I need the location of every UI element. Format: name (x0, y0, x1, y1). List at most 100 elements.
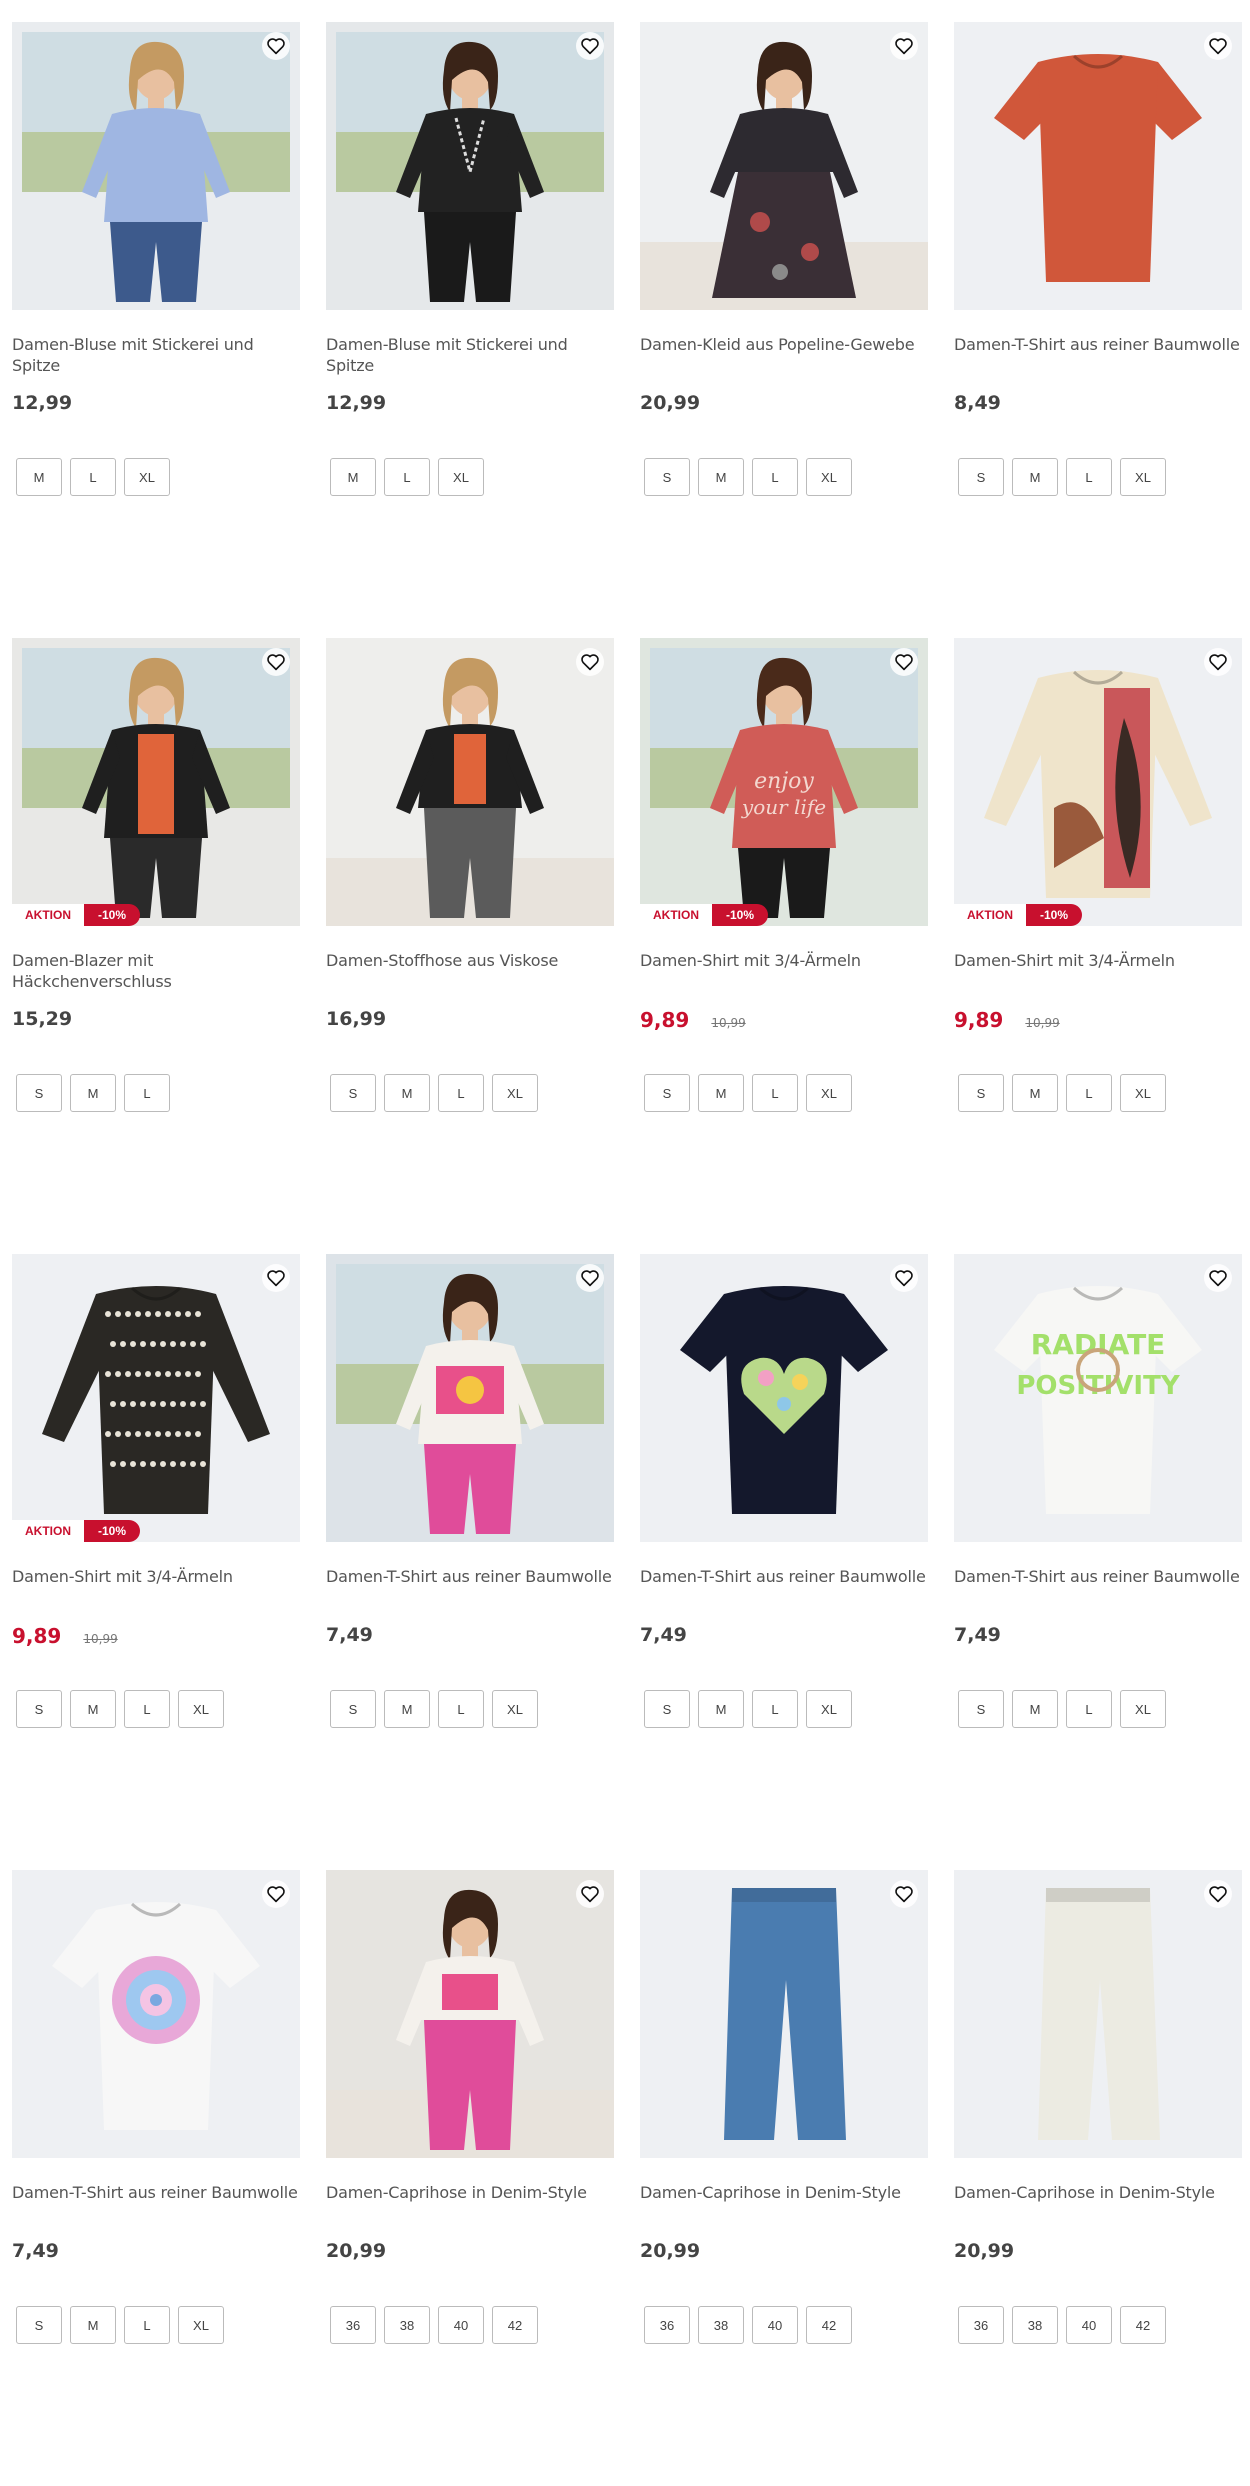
size-button[interactable]: XL (178, 1690, 224, 1728)
size-button[interactable]: L (1066, 1074, 1112, 1112)
product-image[interactable] (640, 1254, 928, 1542)
product-image[interactable]: AKTION -10% (954, 638, 1242, 926)
size-button[interactable]: XL (806, 1690, 852, 1728)
product-image[interactable] (954, 22, 1242, 310)
size-button[interactable]: S (644, 1074, 690, 1112)
size-button[interactable]: M (16, 458, 62, 496)
size-button[interactable]: 38 (698, 2306, 744, 2344)
product-card[interactable]: Damen-Caprihose in Denim-Style 20,99 36 38 4… (954, 1870, 1242, 2486)
size-button[interactable]: 38 (384, 2306, 430, 2344)
size-button[interactable]: L (752, 1074, 798, 1112)
size-button[interactable]: XL (492, 1690, 538, 1728)
size-button[interactable]: 36 (330, 2306, 376, 2344)
product-name[interactable]: Damen-Bluse mit Stickerei und Spitze (326, 334, 614, 376)
size-button[interactable]: M (330, 458, 376, 496)
size-button[interactable]: M (1012, 1074, 1058, 1112)
size-button[interactable]: S (330, 1074, 376, 1112)
size-button[interactable]: XL (1120, 458, 1166, 496)
wishlist-heart-icon[interactable] (572, 1260, 608, 1296)
size-button[interactable]: 42 (492, 2306, 538, 2344)
product-image[interactable] (326, 1254, 614, 1542)
product-card[interactable]: Damen-Bluse mit Stickerei und Spitze 12,9… (12, 22, 300, 638)
size-button[interactable]: S (958, 458, 1004, 496)
size-button[interactable]: M (70, 1690, 116, 1728)
product-card[interactable]: Damen-T-Shirt aus reiner Baumwolle 7,49 S M… (640, 1254, 928, 1870)
size-button[interactable]: L (752, 458, 798, 496)
product-card[interactable]: Damen-T-Shirt aus reiner Baumwolle 7,49 S M… (326, 1254, 614, 1870)
size-button[interactable]: 36 (958, 2306, 1004, 2344)
product-card[interactable]: Damen-Kleid aus Popeline-Gewebe 20,99 S M L X… (640, 22, 928, 638)
size-button[interactable]: XL (438, 458, 484, 496)
size-button[interactable]: M (698, 1074, 744, 1112)
wishlist-heart-icon[interactable] (1200, 1260, 1236, 1296)
wishlist-heart-icon[interactable] (1200, 644, 1236, 680)
wishlist-heart-icon[interactable] (258, 1876, 294, 1912)
product-card[interactable]: Damen-Stoffhose aus Viskose 16,99 S M L XL (326, 638, 614, 1254)
size-button[interactable]: S (958, 1074, 1004, 1112)
product-image[interactable] (954, 1870, 1242, 2158)
wishlist-heart-icon[interactable] (572, 1876, 608, 1912)
size-button[interactable]: XL (806, 458, 852, 496)
product-name[interactable]: Damen-Caprihose in Denim-Style (954, 2182, 1242, 2224)
product-card[interactable]: RADIATE POSITIVITY Damen-T-Shirt aus reine… (954, 1254, 1242, 1870)
size-button[interactable]: L (1066, 458, 1112, 496)
product-name[interactable]: Damen-Caprihose in Denim-Style (326, 2182, 614, 2224)
size-button[interactable]: S (958, 1690, 1004, 1728)
size-button[interactable]: 42 (1120, 2306, 1166, 2344)
product-image[interactable]: RADIATE POSITIVITY (954, 1254, 1242, 1542)
size-button[interactable]: M (384, 1074, 430, 1112)
wishlist-heart-icon[interactable] (1200, 1876, 1236, 1912)
product-image[interactable] (12, 22, 300, 310)
size-button[interactable]: XL (1120, 1074, 1166, 1112)
product-name[interactable]: Damen-Caprihose in Denim-Style (640, 2182, 928, 2224)
product-card[interactable]: Damen-T-Shirt aus reiner Baumwolle 7,49 S M… (12, 1870, 300, 2486)
product-name[interactable]: Damen-T-Shirt aus reiner Baumwolle (640, 1566, 928, 1608)
product-name[interactable]: Damen-Shirt mit 3/4-Ärmeln (12, 1566, 300, 1608)
product-image[interactable]: enjoy your life AKTION -10% (640, 638, 928, 926)
size-button[interactable]: 38 (1012, 2306, 1058, 2344)
wishlist-heart-icon[interactable] (886, 1260, 922, 1296)
wishlist-heart-icon[interactable] (572, 644, 608, 680)
wishlist-heart-icon[interactable] (886, 28, 922, 64)
wishlist-heart-icon[interactable] (886, 644, 922, 680)
size-button[interactable]: S (644, 458, 690, 496)
size-button[interactable]: 42 (806, 2306, 852, 2344)
size-button[interactable]: L (438, 1690, 484, 1728)
product-name[interactable]: Damen-Bluse mit Stickerei und Spitze (12, 334, 300, 376)
size-button[interactable]: XL (806, 1074, 852, 1112)
size-button[interactable]: L (384, 458, 430, 496)
wishlist-heart-icon[interactable] (572, 28, 608, 64)
size-button[interactable]: M (698, 1690, 744, 1728)
size-button[interactable]: L (752, 1690, 798, 1728)
size-button[interactable]: S (16, 1074, 62, 1112)
size-button[interactable]: L (124, 2306, 170, 2344)
wishlist-heart-icon[interactable] (258, 28, 294, 64)
product-name[interactable]: Damen-Shirt mit 3/4-Ärmeln (954, 950, 1242, 992)
size-button[interactable]: M (1012, 458, 1058, 496)
size-button[interactable]: L (1066, 1690, 1112, 1728)
product-image[interactable] (326, 638, 614, 926)
size-button[interactable]: M (384, 1690, 430, 1728)
product-name[interactable]: Damen-T-Shirt aus reiner Baumwolle (954, 334, 1242, 376)
product-name[interactable]: Damen-T-Shirt aus reiner Baumwolle (326, 1566, 614, 1608)
wishlist-heart-icon[interactable] (886, 1876, 922, 1912)
size-button[interactable]: L (70, 458, 116, 496)
size-button[interactable]: 40 (752, 2306, 798, 2344)
product-card[interactable]: Damen-Caprihose in Denim-Style 20,99 36 38 4… (640, 1870, 928, 2486)
size-button[interactable]: S (16, 2306, 62, 2344)
wishlist-heart-icon[interactable] (258, 644, 294, 680)
size-button[interactable]: S (16, 1690, 62, 1728)
product-name[interactable]: Damen-Shirt mit 3/4-Ärmeln (640, 950, 928, 992)
product-name[interactable]: Damen-Blazer mit Häckchenverschluss (12, 950, 300, 992)
size-button[interactable]: M (70, 2306, 116, 2344)
size-button[interactable]: 40 (438, 2306, 484, 2344)
product-image[interactable] (640, 1870, 928, 2158)
product-name[interactable]: Damen-T-Shirt aus reiner Baumwolle (954, 1566, 1242, 1608)
wishlist-heart-icon[interactable] (258, 1260, 294, 1296)
size-button[interactable]: S (330, 1690, 376, 1728)
size-button[interactable]: M (70, 1074, 116, 1112)
product-image[interactable] (326, 22, 614, 310)
size-button[interactable]: XL (492, 1074, 538, 1112)
size-button[interactable]: XL (124, 458, 170, 496)
size-button[interactable]: L (124, 1074, 170, 1112)
